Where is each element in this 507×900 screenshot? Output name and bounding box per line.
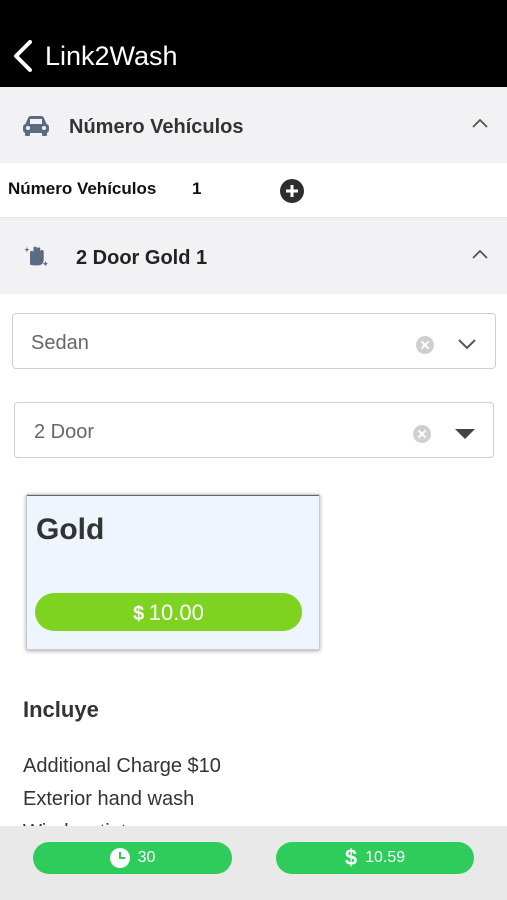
- dollar-icon: $: [344, 845, 358, 870]
- vehicle-type-select[interactable]: Sedan: [12, 313, 496, 369]
- car-icon: [23, 116, 49, 136]
- nav-bar: Link2Wash: [0, 0, 507, 87]
- chevron-left-icon[interactable]: [10, 38, 40, 74]
- doors-select[interactable]: 2 Door: [14, 402, 494, 458]
- plan-price-button[interactable]: $ 10.00: [35, 593, 302, 631]
- includes-title: Incluye: [23, 697, 99, 722]
- vehicles-count-row: Número Vehículos 1: [0, 163, 507, 218]
- plan-name: Gold: [36, 513, 105, 546]
- doors-value: 2 Door: [34, 421, 95, 443]
- list-item: Exterior hand wash: [23, 788, 195, 810]
- service-section-title: 2 Door Gold 1: [76, 247, 208, 269]
- vehicles-count-label: Número Vehículos: [8, 179, 157, 198]
- clear-icon[interactable]: [416, 336, 434, 354]
- hand-sparkle-icon: [24, 246, 48, 267]
- vehicles-section-title: Número Vehículos: [69, 116, 244, 138]
- chevron-up-icon[interactable]: [471, 117, 489, 129]
- caret-down-icon[interactable]: [455, 429, 475, 439]
- total-price-value: 10.59: [365, 849, 406, 866]
- plan-price: 10.00: [148, 600, 204, 625]
- duration-value: 30: [137, 849, 156, 866]
- chevron-down-icon[interactable]: [457, 338, 477, 350]
- vehicles-section-header[interactable]: Número Vehículos: [0, 87, 507, 163]
- vehicles-count-value: 1: [192, 179, 202, 198]
- footer-bar: 30 $ 10.59: [0, 826, 507, 900]
- service-section-header[interactable]: 2 Door Gold 1: [0, 218, 507, 294]
- plan-card-gold[interactable]: Gold $ 10.00: [26, 494, 320, 650]
- clock-icon: [109, 848, 130, 868]
- includes-list: Additional Charge $10 Exterior hand wash…: [23, 750, 463, 828]
- dollar-icon: $: [133, 603, 145, 625]
- duration-button[interactable]: 30: [33, 842, 232, 874]
- plus-circle-icon[interactable]: [280, 179, 304, 203]
- page-title: Link2Wash: [45, 41, 178, 71]
- clear-icon[interactable]: [413, 425, 431, 443]
- list-item: Additional Charge $10: [23, 755, 221, 777]
- chevron-up-icon[interactable]: [471, 248, 489, 260]
- vehicle-type-value: Sedan: [31, 332, 89, 354]
- total-price-button[interactable]: $ 10.59: [276, 842, 474, 874]
